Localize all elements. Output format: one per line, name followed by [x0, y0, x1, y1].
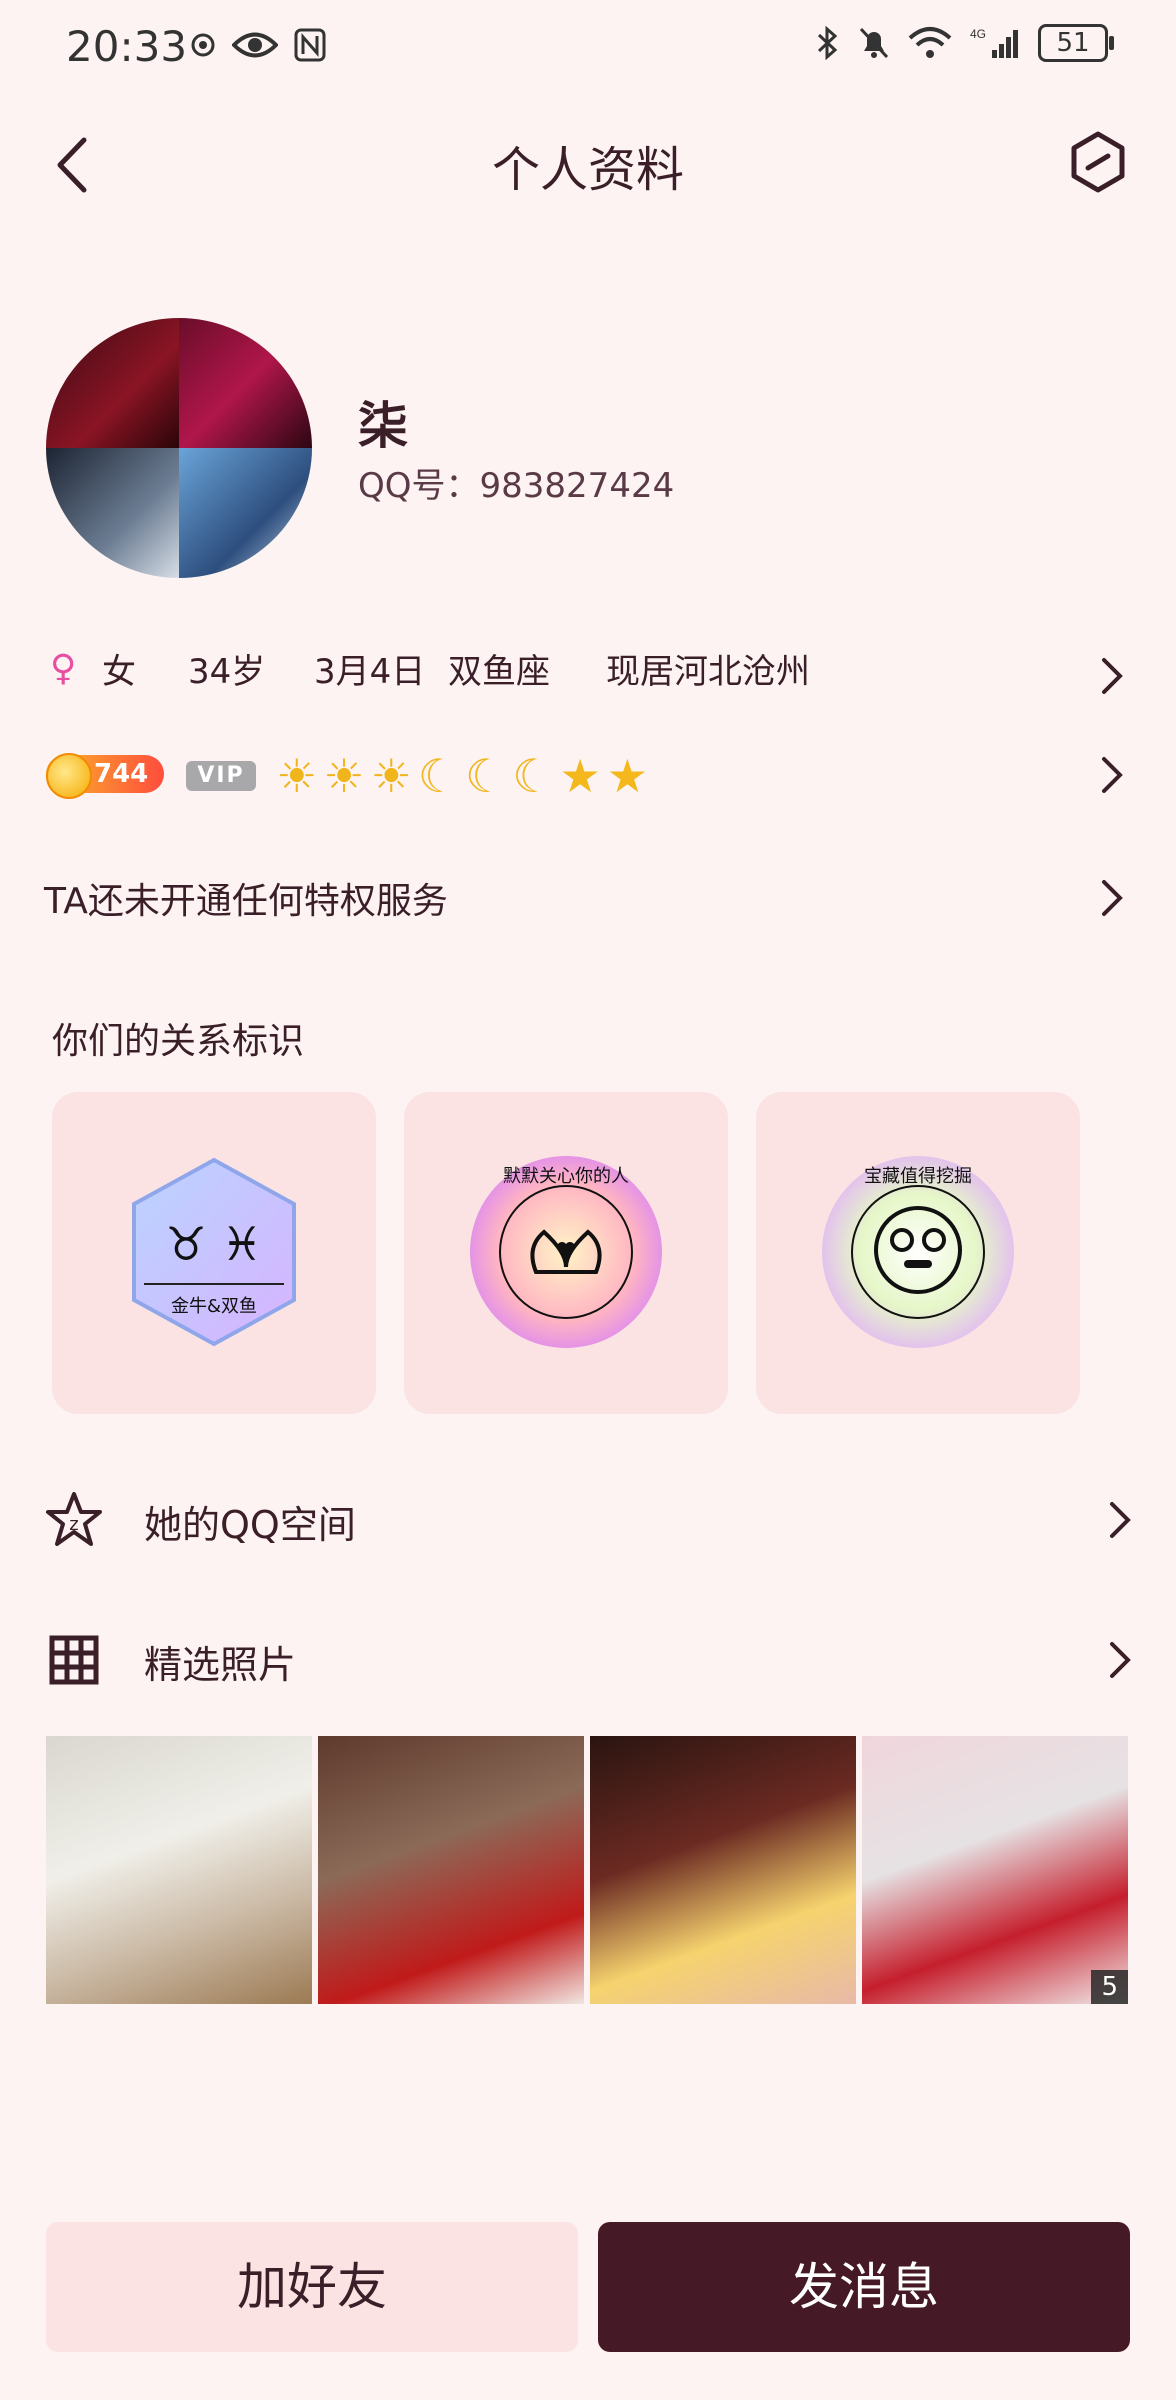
photos-row[interactable]: 精选照片: [44, 1620, 1134, 1700]
mute-bell-icon: [859, 27, 889, 59]
heart-hands-badge-icon: 默默关心你的人: [470, 1156, 662, 1348]
add-friend-button[interactable]: 加好友: [46, 2222, 578, 2352]
birthday-text: 3月4日: [314, 652, 426, 692]
relation-card-zodiac[interactable]: ♉ ♓ 金牛&双鱼: [52, 1092, 376, 1414]
nickname: 柒: [358, 397, 408, 455]
chevron-right-icon: [1110, 1642, 1131, 1678]
location-text: 现居河北沧州: [606, 652, 810, 692]
qzone-row[interactable]: z 她的QQ空间: [44, 1480, 1134, 1560]
zodiac-badge-icon: ♉ ♓ 金牛&双鱼: [132, 1157, 296, 1347]
level-badge: 744: [46, 753, 164, 799]
treasure-label: 宝藏值得挖掘: [864, 1166, 972, 1187]
battery-indicator: 51: [1038, 24, 1114, 62]
svg-text:4G: 4G: [970, 27, 986, 41]
settings-hexagon-icon[interactable]: [1064, 128, 1132, 196]
photo-strip: 5: [46, 1736, 1128, 2004]
relation-card-care[interactable]: 默默关心你的人: [404, 1092, 728, 1414]
privilege-chevron-icon[interactable]: [1096, 876, 1126, 920]
eye-icon: [232, 32, 278, 58]
status-left-icons: [190, 28, 326, 62]
coin-icon: [46, 753, 92, 799]
level-icons: ☀ ☀ ☀ ☾ ☾ ☾ ★ ★: [276, 749, 648, 803]
qq-number: QQ号：983827424: [358, 466, 675, 506]
qzone-star-icon: z: [46, 1492, 102, 1546]
star-icon: ★: [606, 749, 648, 803]
level-row[interactable]: 744 VIP ☀ ☀ ☀ ☾ ☾ ☾ ★ ★: [46, 745, 1126, 805]
app-notification-icon: [191, 33, 215, 57]
svg-text:z: z: [69, 1514, 78, 1535]
sun-icon: ☀: [276, 749, 318, 803]
photo-thumbnail[interactable]: [318, 1736, 584, 2004]
page-title: 个人资料: [491, 142, 684, 198]
star-icon: ★: [559, 749, 601, 803]
moon-icon: ☾: [512, 749, 554, 803]
photo-thumbnail[interactable]: [46, 1736, 312, 2004]
treasure-badge-icon: 宝藏值得挖掘: [822, 1156, 1014, 1348]
relation-card-treasure[interactable]: 宝藏值得挖掘: [756, 1092, 1080, 1414]
care-label: 默默关心你的人: [503, 1166, 629, 1187]
send-message-button[interactable]: 发消息: [598, 2222, 1130, 2352]
bluetooth-icon: [817, 26, 838, 60]
status-right-icons: 4G 51: [816, 24, 1114, 62]
photo-thumbnail[interactable]: 5: [862, 1736, 1128, 2004]
profile-info-row[interactable]: ♀ 女 34岁 3月4日 双鱼座 现居河北沧州: [46, 640, 1126, 710]
level-value: 744: [94, 759, 149, 789]
qzone-label: 她的QQ空间: [144, 1503, 356, 1547]
nfc-icon: [294, 28, 326, 62]
relation-title: 你们的关系标识: [52, 1021, 305, 1062]
avatar[interactable]: [46, 318, 312, 578]
grid-icon: [49, 1635, 99, 1685]
zodiac-label: 金牛&双鱼: [171, 1296, 257, 1317]
status-time: 20:33: [66, 22, 188, 71]
chevron-right-icon: [1102, 757, 1123, 793]
privilege-text[interactable]: TA还未开通任何特权服务: [44, 872, 448, 924]
zodiac-symbols: ♉ ♓: [165, 1217, 262, 1271]
zodiac-text: 双鱼座: [448, 652, 550, 692]
gender-text: 女: [102, 652, 136, 692]
chevron-right-icon: [1102, 658, 1123, 694]
photo-thumbnail[interactable]: [590, 1736, 856, 2004]
sun-icon: ☀: [370, 749, 412, 803]
vip-badge: VIP: [186, 761, 256, 791]
sun-icon: ☀: [323, 749, 365, 803]
female-icon: ♀: [50, 648, 77, 689]
moon-icon: ☾: [417, 749, 459, 803]
signal-icon: 4G: [970, 27, 1018, 58]
photos-label: 精选照片: [144, 1643, 297, 1687]
photo-count-badge: 5: [1091, 1970, 1128, 2004]
chevron-right-icon: [1110, 1502, 1131, 1538]
age-text: 34岁: [188, 652, 266, 692]
moon-icon: ☾: [465, 749, 507, 803]
wifi-icon: [908, 27, 952, 58]
